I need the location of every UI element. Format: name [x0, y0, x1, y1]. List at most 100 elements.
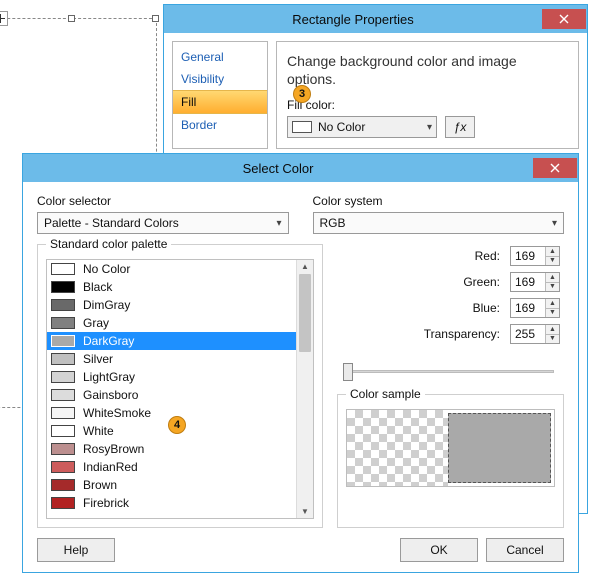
palette-item[interactable]: Silver	[47, 350, 296, 368]
category-visibility[interactable]: Visibility	[173, 68, 267, 90]
red-value[interactable]: 169	[511, 247, 545, 265]
select-color-dialog: Select Color Color selector Palette - St…	[22, 153, 579, 573]
resize-handle[interactable]	[152, 15, 159, 22]
slider-track	[347, 370, 554, 373]
chevron-down-icon: ▾	[427, 122, 432, 133]
slider-thumb[interactable]	[343, 363, 353, 381]
color-swatch	[51, 479, 75, 491]
category-panel: Change background color and image option…	[276, 41, 579, 149]
palette-group-title: Standard color palette	[46, 237, 171, 251]
palette-item-label: Brown	[83, 478, 117, 492]
palette-item[interactable]: IndianRed	[47, 458, 296, 476]
close-button[interactable]	[533, 158, 577, 178]
fill-color-label: Fill color:	[287, 98, 568, 112]
palette-item-label: Black	[83, 280, 112, 294]
color-swatch	[51, 335, 75, 347]
color-selector-label: Color selector	[37, 194, 289, 208]
palette-scrollbar[interactable]: ▲ ▼	[296, 260, 313, 518]
spin-down-icon[interactable]: ▼	[546, 283, 559, 292]
spin-down-icon[interactable]: ▼	[546, 309, 559, 318]
palette-item[interactable]: Firebrick	[47, 494, 296, 512]
palette-item[interactable]: DimGray	[47, 296, 296, 314]
color-selector-dropdown[interactable]: Palette - Standard Colors ▾	[37, 212, 289, 234]
move-handle-icon[interactable]	[0, 11, 8, 26]
scroll-up-icon[interactable]: ▲	[297, 260, 313, 273]
palette-item-label: LightGray	[83, 370, 135, 384]
spin-up-icon[interactable]: ▲	[546, 247, 559, 257]
fill-color-dropdown[interactable]: No Color ▾	[287, 116, 437, 138]
color-swatch	[51, 497, 75, 509]
transparency-spinner[interactable]: 255 ▲▼	[510, 324, 560, 344]
spin-up-icon[interactable]: ▲	[546, 299, 559, 309]
green-spinner[interactable]: 169 ▲▼	[510, 272, 560, 292]
palette-item-label: Firebrick	[83, 496, 129, 510]
expression-button[interactable]: ƒx	[445, 116, 475, 138]
palette-item[interactable]: WhiteSmoke	[47, 404, 296, 422]
color-swatch	[51, 371, 75, 383]
category-general[interactable]: General	[173, 46, 267, 68]
scroll-thumb[interactable]	[299, 274, 311, 352]
spin-up-icon[interactable]: ▲	[546, 273, 559, 283]
color-swatch	[51, 389, 75, 401]
color-sample-title: Color sample	[346, 387, 425, 401]
titlebar[interactable]: Rectangle Properties	[164, 5, 587, 33]
palette-item[interactable]: LightGray	[47, 368, 296, 386]
close-button[interactable]	[542, 9, 586, 29]
palette-item-label: DarkGray	[83, 334, 134, 348]
color-system-label: Color system	[313, 194, 565, 208]
palette-group: Standard color palette No ColorBlackDimG…	[37, 244, 323, 528]
spin-up-icon[interactable]: ▲	[546, 325, 559, 335]
palette-item-label: White	[83, 424, 114, 438]
fill-color-value: No Color	[318, 120, 365, 134]
palette-item[interactable]: RosyBrown	[47, 440, 296, 458]
red-spinner[interactable]: 169 ▲▼	[510, 246, 560, 266]
scroll-down-icon[interactable]: ▼	[297, 505, 313, 518]
palette-item-label: IndianRed	[83, 460, 138, 474]
sample-previous	[347, 410, 448, 486]
green-label: Green:	[341, 275, 506, 289]
palette-item-label: No Color	[83, 262, 130, 276]
green-value[interactable]: 169	[511, 273, 545, 291]
titlebar[interactable]: Select Color	[23, 154, 578, 182]
palette-item-label: WhiteSmoke	[83, 406, 151, 420]
color-swatch	[51, 281, 75, 293]
transparency-value[interactable]: 255	[511, 325, 545, 343]
chevron-down-icon: ▾	[552, 218, 557, 229]
spin-down-icon[interactable]: ▼	[546, 335, 559, 344]
palette-item[interactable]: Brown	[47, 476, 296, 494]
color-selector-value: Palette - Standard Colors	[44, 216, 179, 230]
transparency-slider[interactable]	[341, 358, 560, 386]
color-swatch	[51, 461, 75, 473]
help-button[interactable]: Help	[37, 538, 115, 562]
red-label: Red:	[341, 249, 506, 263]
palette-item[interactable]: Gray	[47, 314, 296, 332]
color-swatch	[51, 353, 75, 365]
spin-down-icon[interactable]: ▼	[546, 257, 559, 266]
blue-label: Blue:	[341, 301, 506, 315]
transparency-label: Transparency:	[341, 327, 506, 341]
ok-button[interactable]: OK	[400, 538, 478, 562]
color-swatch	[51, 299, 75, 311]
category-fill[interactable]: Fill	[173, 90, 267, 114]
window-title: Rectangle Properties	[164, 12, 542, 27]
window-title: Select Color	[23, 161, 533, 176]
palette-listbox[interactable]: No Color Black DimGrayGray DarkGray Silver Li…	[46, 259, 314, 519]
blue-spinner[interactable]: 169 ▲▼	[510, 298, 560, 318]
palette-item[interactable]: No Color	[47, 260, 296, 278]
fill-color-swatch	[292, 121, 312, 133]
blue-value[interactable]: 169	[511, 299, 545, 317]
color-swatch	[51, 425, 75, 437]
palette-item[interactable]: Black	[47, 278, 296, 296]
palette-item[interactable]: White	[47, 422, 296, 440]
cancel-button[interactable]: Cancel	[486, 538, 564, 562]
color-sample-group: Color sample	[337, 394, 564, 528]
close-icon	[550, 163, 560, 173]
category-border[interactable]: Border	[173, 114, 267, 136]
palette-item[interactable]: Gainsboro	[47, 386, 296, 404]
palette-item-label: RosyBrown	[83, 442, 144, 456]
resize-handle[interactable]	[68, 15, 75, 22]
color-system-value: RGB	[320, 216, 346, 230]
color-system-dropdown[interactable]: RGB ▾	[313, 212, 565, 234]
category-list: General Visibility Fill Border	[172, 41, 268, 149]
palette-item[interactable]: DarkGray	[47, 332, 296, 350]
